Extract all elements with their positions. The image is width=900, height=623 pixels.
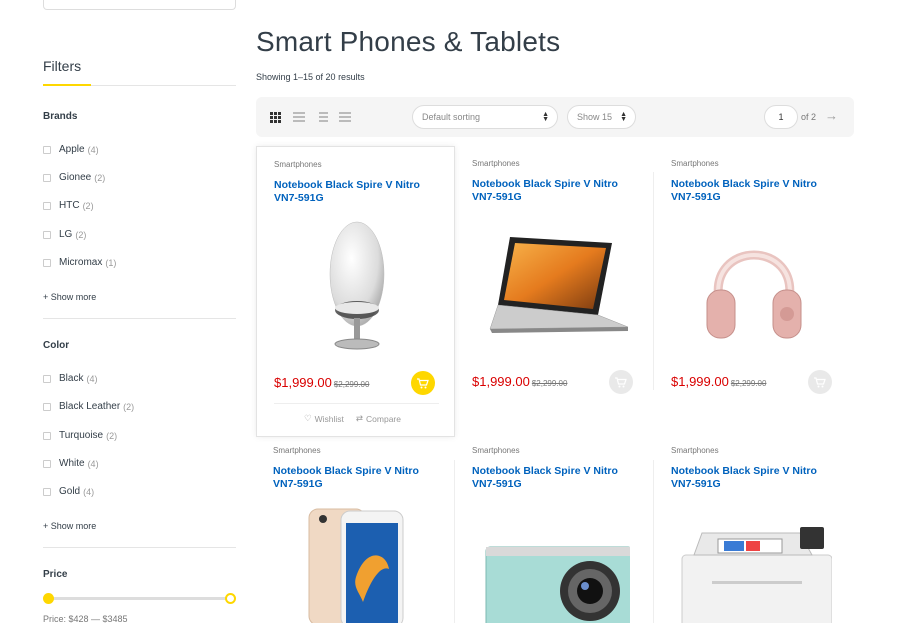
add-to-cart-button[interactable]: [609, 370, 633, 394]
product-card[interactable]: Smartphones Notebook Black Spire V Nitro…: [455, 433, 654, 623]
product-price: $1,999.00 $2,299.00: [671, 374, 767, 389]
price-title: Price: [43, 569, 68, 580]
product-price: $1,999.00 $2,299.00: [274, 375, 370, 390]
list-view-icon[interactable]: [293, 112, 305, 122]
product-image-headphones[interactable]: [674, 212, 834, 357]
product-card[interactable]: Smartphones Notebook Black Spire V Nitro…: [654, 433, 853, 623]
product-category[interactable]: Smartphones: [671, 446, 719, 455]
product-image-laptop[interactable]: [475, 212, 635, 357]
price-slider-track[interactable]: [48, 597, 231, 600]
sort-arrows-icon: ▲ ▼: [620, 111, 627, 123]
list-detail-view-icon[interactable]: [316, 112, 328, 122]
page-total: of 2: [801, 112, 817, 122]
checkbox[interactable]: [43, 431, 51, 440]
product-name[interactable]: Notebook Black Spire V Nitro VN7-591G: [472, 178, 637, 204]
page-title: Smart Phones & Tablets: [256, 26, 561, 57]
compare-icon: ⇄: [355, 413, 364, 423]
color-title: Color: [43, 340, 70, 351]
per-page-select[interactable]: Show 15 ▲ ▼: [567, 105, 636, 129]
product-image-camera[interactable]: [475, 539, 635, 623]
price-range-text: Price: $428 — $3485: [43, 614, 128, 623]
heart-icon: ♡: [304, 413, 312, 423]
cart-icon: [417, 377, 429, 388]
brand-option-htc[interactable]: HTC (2): [43, 200, 94, 211]
color-option-white[interactable]: White (4): [43, 458, 99, 469]
add-to-cart-button[interactable]: [808, 370, 832, 394]
price-slider-max-handle[interactable]: [225, 593, 236, 604]
shop-toolbar: Default sorting ▲ ▼ Show 15 ▲ ▼ 1 of 2 →: [256, 97, 854, 137]
color-option-gold[interactable]: Gold (4): [43, 486, 94, 497]
filters-title: Filters: [43, 58, 82, 74]
wishlist-link[interactable]: ♡ Wishlist: [304, 413, 344, 424]
brands-show-more-link[interactable]: + Show more: [43, 292, 96, 302]
results-count: Showing 1–15 of 20 results: [256, 72, 365, 82]
add-to-cart-button[interactable]: [411, 371, 435, 395]
checkbox[interactable]: [43, 173, 51, 182]
product-image-printer[interactable]: [674, 525, 834, 623]
color-option-black-leather[interactable]: Black Leather (2): [43, 401, 134, 412]
divider: [43, 318, 236, 319]
cart-icon: [615, 376, 627, 387]
product-name[interactable]: Notebook Black Spire V Nitro VN7-591G: [274, 179, 439, 205]
checkbox[interactable]: [43, 230, 51, 239]
price-slider-fill: [48, 597, 231, 600]
product-name[interactable]: Notebook Black Spire V Nitro VN7-591G: [671, 178, 836, 204]
sort-arrows-icon: ▲ ▼: [542, 111, 549, 123]
product-image-speaker[interactable]: [277, 213, 437, 358]
small-list-view-icon[interactable]: [339, 112, 351, 122]
product-category[interactable]: Smartphones: [671, 159, 719, 168]
price-slider-min-handle[interactable]: [43, 593, 54, 604]
product-name[interactable]: Notebook Black Spire V Nitro VN7-591G: [671, 465, 836, 491]
checkbox[interactable]: [43, 145, 51, 154]
next-page-arrow-icon[interactable]: →: [825, 108, 838, 123]
page-number-input[interactable]: 1: [764, 105, 798, 129]
product-category[interactable]: Smartphones: [472, 446, 520, 455]
product-name[interactable]: Notebook Black Spire V Nitro VN7-591G: [273, 465, 438, 491]
product-category[interactable]: Smartphones: [472, 159, 520, 168]
cart-icon: [814, 376, 826, 387]
product-category[interactable]: Smartphones: [274, 160, 322, 169]
product-actions: ♡ Wishlist ⇄ Compare: [304, 413, 401, 424]
product-category[interactable]: Smartphones: [273, 446, 321, 455]
brand-option-gionee[interactable]: Gionee (2): [43, 172, 105, 183]
brand-option-apple[interactable]: Apple (4): [43, 144, 99, 155]
checkbox[interactable]: [43, 258, 51, 267]
product-card[interactable]: Smartphones Notebook Black Spire V Nitro…: [455, 146, 654, 437]
product-image-iphone[interactable]: [276, 507, 436, 623]
product-card[interactable]: Smartphones Notebook Black Spire V Nitro…: [256, 433, 455, 623]
color-show-more-link[interactable]: + Show more: [43, 521, 96, 531]
checkbox[interactable]: [43, 374, 51, 383]
product-name[interactable]: Notebook Black Spire V Nitro VN7-591G: [472, 465, 637, 491]
checkbox[interactable]: [43, 487, 51, 496]
filters-underline: [43, 84, 91, 86]
product-price: $1,999.00 $2,299.00: [472, 374, 568, 389]
color-option-black[interactable]: Black (4): [43, 373, 97, 384]
brand-option-lg[interactable]: LG (2): [43, 229, 86, 240]
brand-option-micromax[interactable]: Micromax (1): [43, 257, 116, 268]
checkbox[interactable]: [43, 402, 51, 411]
sorting-select[interactable]: Default sorting ▲ ▼: [412, 105, 558, 129]
divider: [274, 403, 439, 404]
brands-title: Brands: [43, 111, 78, 122]
product-card[interactable]: Smartphones Notebook Black Spire V Nitro…: [256, 146, 455, 437]
grid-view-icon[interactable]: [270, 112, 282, 123]
divider: [43, 547, 236, 548]
sidebar-search-box[interactable]: [43, 0, 236, 10]
color-option-turquoise[interactable]: Turquoise (2): [43, 430, 117, 441]
checkbox[interactable]: [43, 201, 51, 210]
checkbox[interactable]: [43, 459, 51, 468]
divider: [91, 85, 236, 86]
product-card[interactable]: Smartphones Notebook Black Spire V Nitro…: [654, 146, 853, 437]
compare-link[interactable]: ⇄ Compare: [356, 413, 401, 424]
